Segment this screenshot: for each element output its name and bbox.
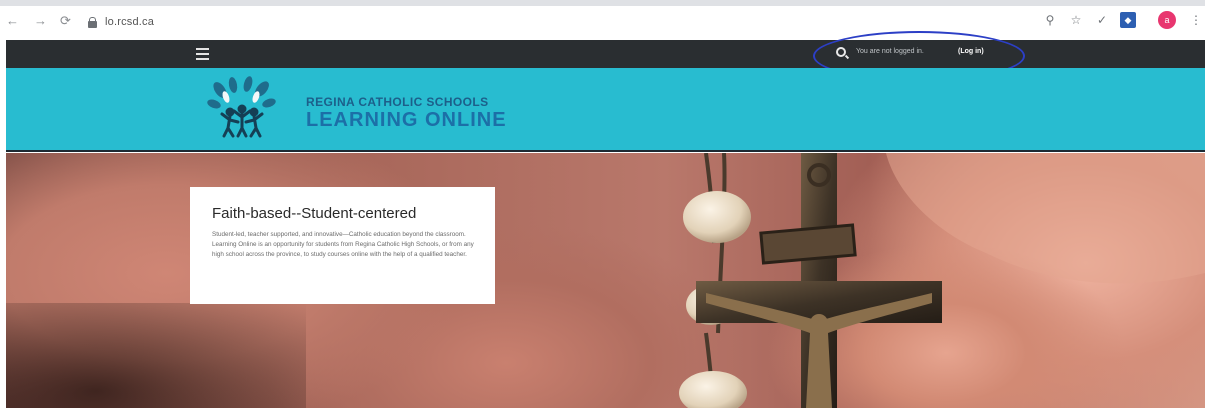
- star-icon[interactable]: ☆: [1068, 12, 1084, 28]
- logo-icon[interactable]: [206, 76, 278, 142]
- address-bar[interactable]: lo.rcsd.ca: [88, 12, 1028, 32]
- hero-carousel: Faith-based--Student-centered Student-le…: [6, 153, 1205, 408]
- hero-card-body: Student-led, teacher supported, and inno…: [212, 231, 474, 258]
- brand-name-large: LEARNING ONLINE: [306, 109, 507, 131]
- tab-strip: [0, 0, 1205, 6]
- forward-arrow-icon[interactable]: →: [34, 14, 47, 28]
- profile-avatar[interactable]: a: [1158, 11, 1176, 29]
- hero-card: Faith-based--Student-centered Student-le…: [190, 187, 495, 304]
- back-arrow-icon[interactable]: ←: [6, 14, 19, 28]
- site-navbar: You are not logged in. (Log in): [6, 40, 1205, 68]
- url-text: lo.rcsd.ca: [105, 16, 155, 28]
- browser-toolbar: ← → ⟳ lo.rcsd.ca ⚲ ☆ ✓ ◆ a ⋮: [0, 0, 1205, 40]
- shield-extension-icon[interactable]: ◆: [1120, 12, 1136, 28]
- extension-icon[interactable]: ✓: [1094, 12, 1110, 28]
- lock-icon: [88, 16, 97, 28]
- reload-icon[interactable]: ⟳: [60, 14, 71, 28]
- hero-card-title: Faith-based--Student-centered: [212, 205, 417, 222]
- rosary-crucifix-image: [679, 153, 1205, 408]
- brand-name-small: REGINA CATHOLIC SCHOOLS: [306, 95, 489, 109]
- site-header: REGINA CATHOLIC SCHOOLS LEARNING ONLINE: [6, 68, 1205, 152]
- hamburger-icon[interactable]: [196, 48, 209, 60]
- zoom-icon[interactable]: ⚲: [1042, 12, 1058, 28]
- more-icon[interactable]: ⋮: [1188, 12, 1204, 28]
